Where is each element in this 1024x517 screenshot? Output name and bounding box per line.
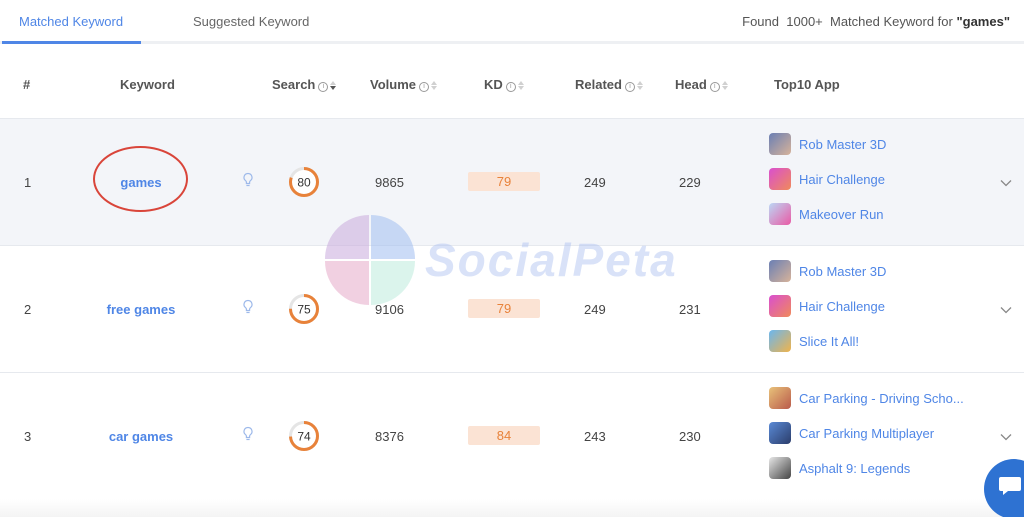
col-keyword: Keyword xyxy=(120,77,175,92)
search-score: 80 xyxy=(297,176,311,190)
volume-value: 9865 xyxy=(375,175,404,190)
row-num: 1 xyxy=(24,175,32,190)
top-app-item[interactable]: Hair Challenge xyxy=(769,295,885,317)
search-score-ring: 80 xyxy=(289,167,319,197)
result-summary: Found 1000+ Matched Keyword for "games" xyxy=(742,14,1010,29)
info-circle-icon[interactable]: i xyxy=(624,82,635,92)
app-icon xyxy=(769,203,791,225)
col-top10-app: Top10 App xyxy=(774,77,840,92)
chevron-down-icon[interactable] xyxy=(1000,306,1012,314)
top-app-item[interactable]: Slice It All! xyxy=(769,330,859,352)
app-name: Makeover Run xyxy=(799,206,884,222)
keyword-link[interactable]: games xyxy=(120,175,161,190)
col-volume-label: Volume xyxy=(370,77,416,92)
tab-suggested-keyword[interactable]: Suggested Keyword xyxy=(193,14,309,29)
kd-badge: 79 xyxy=(468,299,540,318)
lightbulb-icon[interactable] xyxy=(242,299,254,315)
sort-icon[interactable] xyxy=(636,81,643,90)
app-icon xyxy=(769,457,791,479)
app-name: Rob Master 3D xyxy=(799,263,887,279)
app-name: Car Parking - Driving Scho... xyxy=(799,390,964,406)
search-score-ring: 75 xyxy=(289,294,319,324)
app-name: Asphalt 9: Legends xyxy=(799,460,911,476)
keyword-link[interactable]: free games xyxy=(107,302,176,317)
chevron-down-icon[interactable] xyxy=(1000,433,1012,441)
col-volume[interactable]: Volume i xyxy=(370,77,437,92)
app-name: Car Parking Multiplayer xyxy=(799,425,935,441)
col-related-label: Related xyxy=(575,77,622,92)
sort-icon[interactable] xyxy=(517,81,524,90)
sort-icon[interactable] xyxy=(330,81,337,90)
chat-icon xyxy=(999,477,1021,495)
related-value: 249 xyxy=(584,302,606,317)
app-icon xyxy=(769,295,791,317)
table-row[interactable]: 2 free games 75 9106 79 249 231 Rob Mast… xyxy=(0,246,1024,373)
related-value: 249 xyxy=(584,175,606,190)
col-num: # xyxy=(23,77,31,92)
top-app-item[interactable]: Car Parking - Driving Scho... xyxy=(769,387,964,409)
col-head-label: Head xyxy=(675,77,707,92)
app-icon xyxy=(769,260,791,282)
col-search-label: Search xyxy=(272,77,316,92)
info-circle-icon[interactable]: i xyxy=(318,82,329,92)
head-value: 231 xyxy=(679,302,701,317)
app-icon xyxy=(769,330,791,352)
app-icon xyxy=(769,422,791,444)
top-app-item[interactable]: Rob Master 3D xyxy=(769,260,886,282)
app-icon xyxy=(769,168,791,190)
search-score: 75 xyxy=(297,303,311,317)
search-score: 74 xyxy=(297,430,311,444)
found-prefix: Found xyxy=(742,14,780,29)
top-app-item[interactable]: Car Parking Multiplayer xyxy=(769,422,934,444)
info-circle-icon[interactable]: i xyxy=(709,82,720,92)
app-name: Hair Challenge xyxy=(799,298,885,314)
info-circle-icon[interactable]: i xyxy=(505,82,516,92)
col-kd-label: KD xyxy=(484,77,503,92)
keyword-link[interactable]: car games xyxy=(109,429,173,444)
lightbulb-icon[interactable] xyxy=(242,426,254,442)
sort-icon[interactable] xyxy=(431,81,437,90)
related-value: 243 xyxy=(584,429,606,444)
top-app-item[interactable]: Hair Challenge xyxy=(769,168,885,190)
table-row[interactable]: 3 car games 74 8376 84 243 230 Car Parki… xyxy=(0,373,1024,500)
app-name: Hair Challenge xyxy=(799,171,885,187)
col-kd[interactable]: KD i xyxy=(484,77,524,92)
chevron-down-icon[interactable] xyxy=(1000,179,1012,187)
app-name: Rob Master 3D xyxy=(799,136,887,152)
lightbulb-icon[interactable] xyxy=(242,172,254,188)
table-header: # Keyword Search i Volume i KD i Related i H… xyxy=(0,47,1024,119)
top-app-item[interactable]: Asphalt 9: Legends xyxy=(769,457,910,479)
found-middle: Matched Keyword for xyxy=(830,14,953,29)
row-num: 2 xyxy=(24,302,32,317)
head-value: 229 xyxy=(679,175,701,190)
found-count: 1000+ xyxy=(786,14,823,29)
top-app-item[interactable]: Makeover Run xyxy=(769,203,884,225)
found-query: "games" xyxy=(956,14,1010,29)
app-icon xyxy=(769,133,791,155)
next-row-peek xyxy=(0,499,1024,517)
row-num: 3 xyxy=(24,429,32,444)
search-score-ring: 74 xyxy=(289,421,319,451)
app-name: Slice It All! xyxy=(799,333,859,349)
volume-value: 8376 xyxy=(375,429,404,444)
info-circle-icon[interactable]: i xyxy=(419,82,429,92)
col-search[interactable]: Search i xyxy=(272,77,337,92)
kd-badge: 79 xyxy=(468,172,540,191)
tab-matched-keyword[interactable]: Matched Keyword xyxy=(19,14,123,29)
sort-icon[interactable] xyxy=(721,81,728,90)
head-value: 230 xyxy=(679,429,701,444)
top-app-item[interactable]: Rob Master 3D xyxy=(769,133,886,155)
volume-value: 9106 xyxy=(375,302,404,317)
col-related[interactable]: Related i xyxy=(575,77,643,92)
table-row[interactable]: 1 games 80 9865 79 249 229 Rob Master 3D… xyxy=(0,119,1024,246)
col-head[interactable]: Head i xyxy=(675,77,728,92)
tab-bar: Matched Keyword Suggested Keyword Found … xyxy=(0,0,1024,44)
kd-badge: 84 xyxy=(468,426,540,445)
active-tab-indicator xyxy=(2,41,141,44)
app-icon xyxy=(769,387,791,409)
